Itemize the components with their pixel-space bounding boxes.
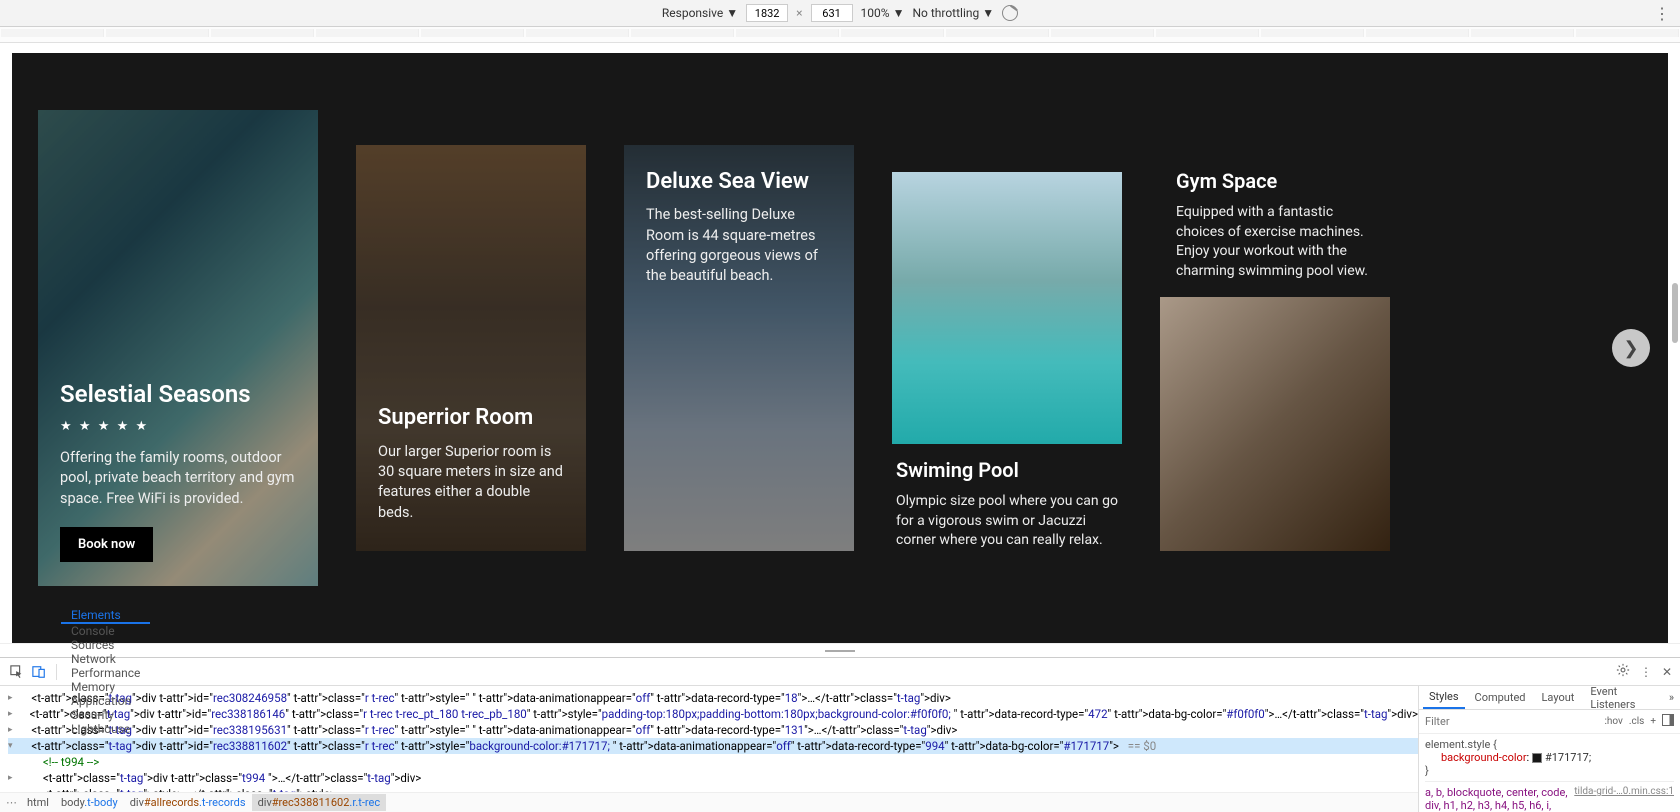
- dom-line[interactable]: ▸ <t-attr">class="t-tag">div t-attr">cla…: [8, 770, 1418, 786]
- styles-tabs-overflow-icon[interactable]: »: [1663, 691, 1680, 704]
- card-deluxe[interactable]: Deluxe Sea View The best-selling Deluxe …: [624, 145, 854, 551]
- source-link[interactable]: tilda-grid-…0.min.css:1: [1574, 786, 1674, 797]
- dom-line[interactable]: ▾ <t-attr">class="t-tag">div t-attr">id=…: [8, 738, 1418, 754]
- devtools-panel: ElementsConsoleSourcesNetworkPerformance…: [0, 657, 1680, 812]
- card-superior[interactable]: Superrior Room Our larger Superior room …: [356, 145, 586, 551]
- styles-tab-styles[interactable]: Styles: [1423, 686, 1465, 709]
- devtools-tab-performance[interactable]: Performance: [61, 666, 150, 680]
- device-toggle-icon[interactable]: [30, 663, 48, 681]
- card-title: Gym Space: [1176, 169, 1374, 193]
- throttle-dropdown[interactable]: No throttling ▼: [912, 6, 994, 20]
- card-image: [892, 172, 1122, 444]
- dom-line[interactable]: ▸ <t-attr">class="t-tag">div t-attr">id=…: [8, 690, 1418, 706]
- styles-tab-event-listeners[interactable]: Event Listeners: [1584, 686, 1658, 709]
- dom-breadcrumb[interactable]: ⋯ htmlbody.t-bodydiv#allrecords.t-record…: [0, 792, 1418, 812]
- breadcrumb-item[interactable]: body.t-body: [55, 794, 124, 811]
- settings-icon[interactable]: [1616, 663, 1630, 680]
- card-desc: The best-selling Deluxe Room is 44 squar…: [646, 205, 832, 286]
- card-desc: Olympic size pool where you can go for a…: [896, 492, 1118, 551]
- inspect-element-icon[interactable]: [8, 663, 26, 681]
- cls-toggle[interactable]: .cls: [1629, 716, 1644, 727]
- devtools-close-icon[interactable]: ✕: [1662, 665, 1672, 679]
- card-title: Superrior Room: [378, 405, 564, 431]
- dom-line[interactable]: <!-- t994 -->: [8, 754, 1418, 770]
- devtools-tab-memory[interactable]: Memory: [61, 680, 150, 694]
- viewport: Selestial Seasons ★ ★ ★ ★ ★ Offering the…: [0, 43, 1680, 643]
- devtools-tab-sources[interactable]: Sources: [61, 638, 150, 652]
- add-rule-button[interactable]: +: [1650, 716, 1656, 727]
- breadcrumb-item[interactable]: div#allrecords.t-records: [124, 794, 252, 811]
- styles-filter-input[interactable]: [1425, 715, 1598, 728]
- card-image: [1160, 297, 1390, 551]
- ruler: [0, 27, 1680, 43]
- color-swatch[interactable]: [1532, 753, 1542, 763]
- zoom-dropdown[interactable]: 100% ▼: [861, 6, 905, 20]
- carousel-next-button[interactable]: ❯: [1612, 329, 1650, 367]
- device-menu-icon[interactable]: ⋮: [1654, 4, 1670, 23]
- card-gym[interactable]: Gym Space Equipped with a fantastic choi…: [1160, 145, 1390, 551]
- page-preview: Selestial Seasons ★ ★ ★ ★ ★ Offering the…: [12, 53, 1668, 643]
- devtools-tabs: ElementsConsoleSourcesNetworkPerformance…: [0, 658, 1680, 686]
- book-now-button[interactable]: Book now: [60, 527, 153, 562]
- devtools-tab-elements[interactable]: Elements: [61, 608, 150, 624]
- card-desc: Equipped with a fantastic choices of exe…: [1176, 203, 1374, 281]
- breadcrumb-item[interactable]: html: [21, 794, 55, 811]
- devtools-tab-application[interactable]: Application: [61, 694, 150, 708]
- breadcrumb-item[interactable]: div#rec338811602.r.t-rec: [252, 794, 387, 811]
- viewport-width-input[interactable]: [746, 4, 788, 22]
- device-mode-dropdown[interactable]: Responsive ▼: [662, 6, 738, 20]
- styles-filter-row: :hov .cls +: [1419, 710, 1680, 734]
- card-pool[interactable]: Swiming Pool Olympic size pool where you…: [892, 145, 1122, 551]
- devtools-tab-lighthouse[interactable]: Lighthouse: [61, 722, 150, 736]
- devtools-tab-network[interactable]: Network: [61, 652, 150, 666]
- styles-tab-layout[interactable]: Layout: [1536, 686, 1581, 709]
- hov-toggle[interactable]: :hov: [1604, 716, 1622, 727]
- card-desc: Offering the family rooms, outdoor pool,…: [60, 448, 296, 509]
- card-desc: Our larger Superior room is 30 square me…: [378, 442, 564, 523]
- dom-line[interactable]: ▸ <t-attr">class="t-tag">div t-attr">id=…: [8, 722, 1418, 738]
- device-toolbar: Responsive ▼ × 100% ▼ No throttling ▼ ⋮: [0, 0, 1680, 27]
- viewport-scrollbar[interactable]: [1672, 283, 1678, 343]
- card-selestial[interactable]: Selestial Seasons ★ ★ ★ ★ ★ Offering the…: [38, 110, 318, 586]
- devtools-menu-icon[interactable]: ⋮: [1640, 665, 1652, 679]
- dom-tree[interactable]: ▸ <t-attr">class="t-tag">div t-attr">id=…: [0, 686, 1418, 792]
- chevron-right-icon: ❯: [1623, 338, 1638, 359]
- styles-tabs: StylesComputedLayoutEvent Listeners »: [1419, 686, 1680, 710]
- styles-panel: StylesComputedLayoutEvent Listeners » :ho…: [1418, 686, 1680, 812]
- card-title: Selestial Seasons: [60, 380, 296, 409]
- devtools-tab-security[interactable]: Security: [61, 708, 150, 722]
- styles-tab-computed[interactable]: Computed: [1469, 686, 1532, 709]
- styles-sidebar-toggle-icon[interactable]: [1662, 714, 1674, 729]
- card-title: Swiming Pool: [896, 458, 1118, 482]
- viewport-height-input[interactable]: [811, 4, 853, 22]
- dom-line[interactable]: ▸ <t-attr">class="t-tag">div t-attr">id=…: [8, 706, 1418, 722]
- resize-handle[interactable]: [0, 643, 1680, 657]
- devtools-tab-console[interactable]: Console: [61, 624, 150, 638]
- dimension-separator: ×: [796, 6, 802, 20]
- rating-stars: ★ ★ ★ ★ ★: [60, 419, 296, 434]
- styles-rules[interactable]: element.style { background-color: #17171…: [1419, 734, 1680, 812]
- card-title: Deluxe Sea View: [646, 169, 832, 195]
- rotate-icon[interactable]: [1002, 5, 1018, 21]
